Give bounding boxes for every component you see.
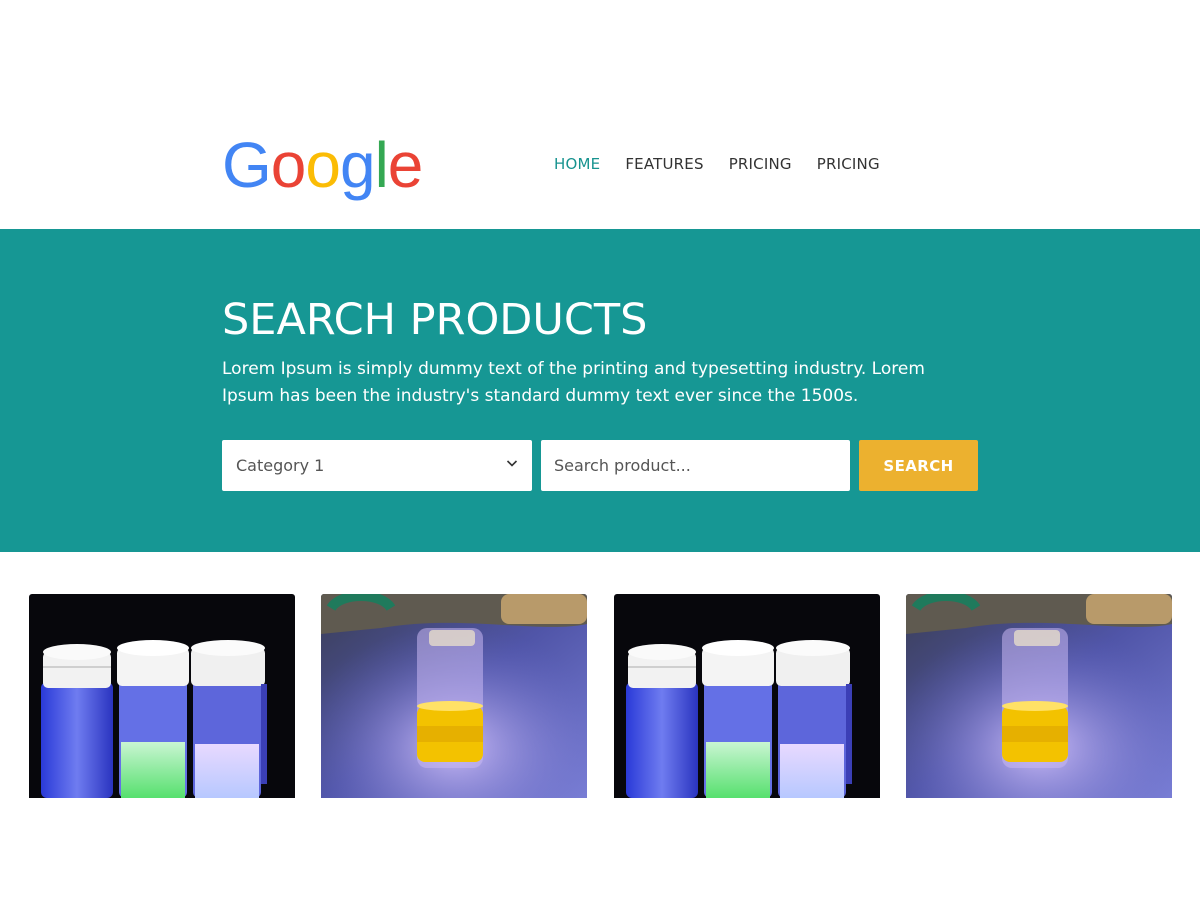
category-select-value: Category 1	[236, 456, 325, 475]
hero-section: SEARCH PRODUCTS Lorem Ipsum is simply du…	[0, 229, 1200, 552]
main-nav: HOME FEATURES PRICING PRICING	[554, 155, 880, 173]
search-input[interactable]	[541, 440, 850, 491]
product-image-single-vial	[906, 594, 1172, 798]
logo-letter-o1: o	[270, 129, 307, 201]
header: Google HOME FEATURES PRICING PRICING	[0, 0, 1200, 229]
nav-item-pricing[interactable]: PRICING	[729, 155, 792, 173]
hero-title: SEARCH PRODUCTS	[222, 295, 648, 345]
search-button[interactable]: SEARCH	[859, 440, 978, 491]
product-card[interactable]	[614, 594, 880, 798]
product-image-three-vials	[29, 594, 295, 798]
chevron-down-icon	[506, 460, 518, 467]
logo-letter-e: e	[387, 129, 424, 201]
nav-item-home[interactable]: HOME	[554, 155, 600, 173]
product-grid	[0, 594, 1200, 798]
logo-letter-g: G	[222, 129, 272, 201]
google-logo[interactable]: Google	[222, 127, 424, 203]
nav-item-pricing-2[interactable]: PRICING	[817, 155, 880, 173]
nav-item-features[interactable]: FEATURES	[625, 155, 703, 173]
logo-letter-g2: g	[339, 129, 376, 201]
product-card[interactable]	[321, 594, 587, 798]
product-card[interactable]	[906, 594, 1172, 798]
product-image-single-vial	[321, 594, 587, 798]
category-select[interactable]: Category 1	[222, 440, 532, 491]
logo-letter-l: l	[374, 129, 389, 201]
logo-letter-o2: o	[305, 129, 341, 201]
product-card[interactable]	[29, 594, 295, 798]
hero-description: Lorem Ipsum is simply dummy text of the …	[222, 359, 925, 406]
product-image-three-vials	[614, 594, 880, 798]
